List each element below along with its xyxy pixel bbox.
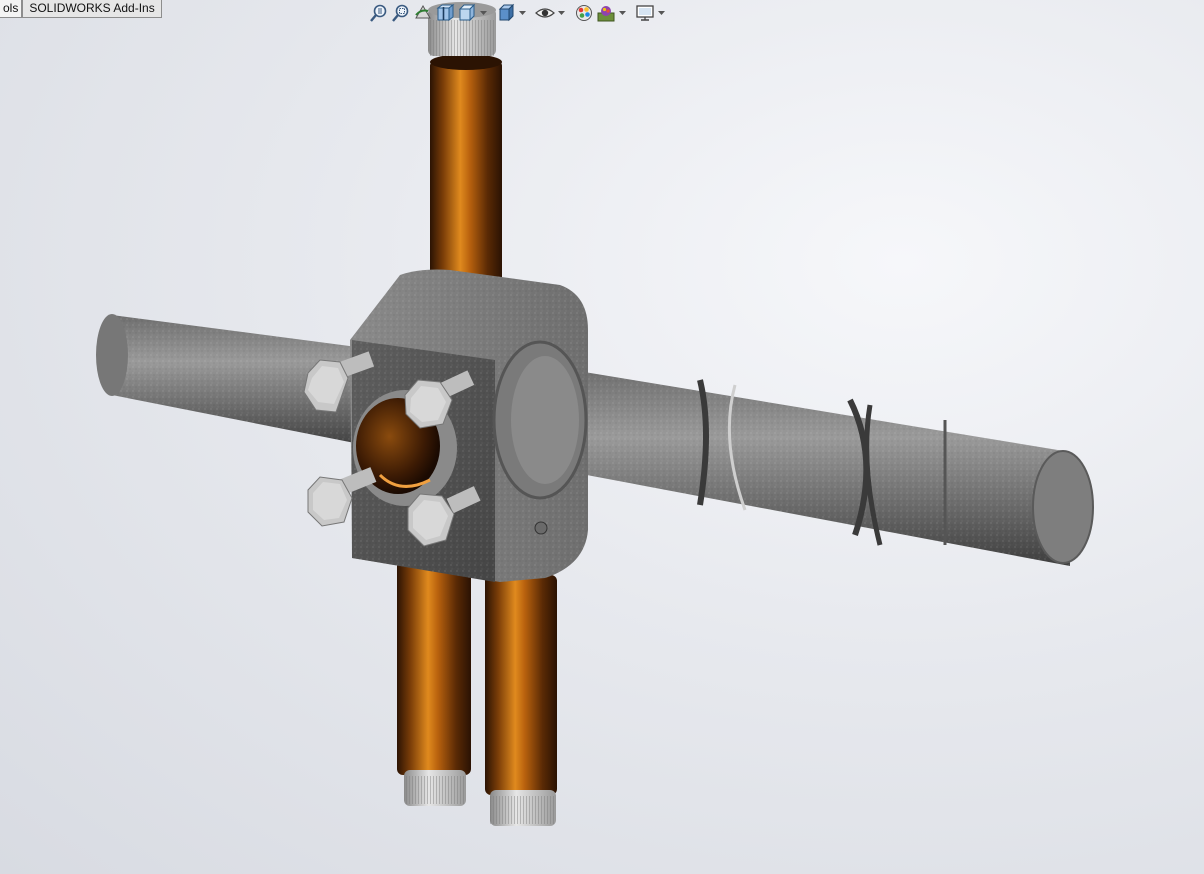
right-grooved-shaft[interactable] <box>560 368 1094 566</box>
previous-view-icon <box>415 5 431 19</box>
apply-scene-icon <box>597 6 615 22</box>
view-orientation-dropdown[interactable] <box>478 2 489 24</box>
view-settings-dropdown[interactable] <box>656 2 667 24</box>
tab-solidworks-add-ins[interactable]: SOLIDWORKS Add-Ins <box>22 0 162 18</box>
assembly-model <box>96 2 1094 826</box>
apply-scene-dropdown[interactable] <box>617 2 628 24</box>
zoom-to-fit-icon <box>370 4 387 22</box>
section-view-button[interactable] <box>434 2 456 24</box>
chevron-down-icon <box>619 10 626 15</box>
chevron-down-icon <box>519 10 526 15</box>
display-style-icon <box>498 3 515 22</box>
display-style-dropdown[interactable] <box>517 2 528 24</box>
tab-tools[interactable]: ols <box>0 0 23 18</box>
central-housing-block[interactable] <box>350 269 588 582</box>
hex-bolt-top-left[interactable] <box>303 351 375 413</box>
section-view-icon <box>436 4 455 21</box>
zoom-to-area-icon <box>392 4 409 22</box>
command-manager-tabs: ols SOLIDWORKS Add-Ins <box>0 0 162 19</box>
hide-show-items-dropdown[interactable] <box>556 2 567 24</box>
display-style-button[interactable] <box>495 2 517 24</box>
hex-bolt-bottom-left[interactable] <box>307 467 377 527</box>
view-orientation-icon <box>458 3 476 22</box>
zoom-to-fit-button[interactable] <box>368 2 390 24</box>
heads-up-view-toolbar <box>368 2 667 24</box>
chevron-down-icon <box>658 10 665 15</box>
top-bronze-rod[interactable] <box>428 2 502 285</box>
previous-view-button[interactable] <box>412 2 434 24</box>
chevron-down-icon <box>558 10 565 15</box>
zoom-to-area-button[interactable] <box>390 2 412 24</box>
edit-appearance-icon <box>576 5 592 21</box>
view-settings-icon <box>636 5 654 21</box>
hide-show-items-button[interactable] <box>534 2 556 24</box>
edit-appearance-button[interactable] <box>573 2 595 24</box>
hex-bolt-top-right[interactable] <box>404 370 475 429</box>
left-steel-shaft[interactable] <box>96 314 380 448</box>
view-orientation-button[interactable] <box>456 2 478 24</box>
hex-bolt-bottom-right[interactable] <box>407 486 481 547</box>
apply-scene-button[interactable] <box>595 2 617 24</box>
view-settings-button[interactable] <box>634 2 656 24</box>
bottom-right-bronze-rod[interactable] <box>485 575 557 826</box>
chevron-down-icon <box>480 10 487 15</box>
hide-show-items-icon <box>535 8 555 18</box>
graphics-area[interactable] <box>0 0 1204 874</box>
bronze-bushing[interactable] <box>353 390 457 506</box>
bottom-left-bronze-rod[interactable] <box>397 555 471 806</box>
